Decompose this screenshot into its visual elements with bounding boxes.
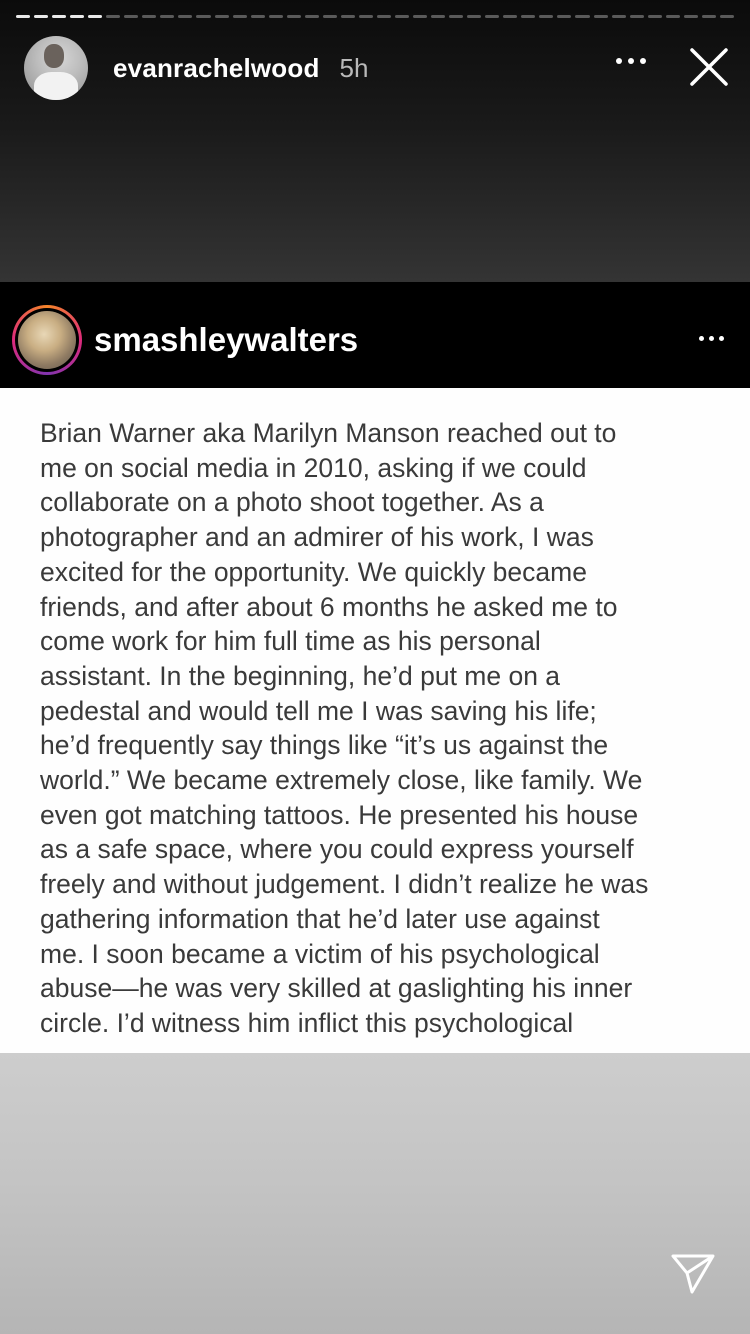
progress-segment: [358, 15, 373, 18]
shared-post-image: Brian Warner aka Marilyn Manson reached …: [0, 388, 750, 1053]
progress-segment: [701, 15, 716, 18]
close-icon[interactable]: [688, 46, 730, 88]
shared-post-header: smashleywalters: [0, 292, 750, 388]
progress-segment: [593, 15, 608, 18]
more-dot: [719, 336, 724, 341]
progress-segment: [539, 15, 554, 18]
post-text-line: freely and without judgement. I didn’t r…: [40, 869, 649, 900]
more-dot: [628, 58, 634, 64]
post-text-line: me on social media in 2010, asking if we…: [40, 452, 587, 483]
post-text-line: excited for the opportunity. We quickly …: [40, 556, 587, 587]
avatar-body: [34, 72, 78, 100]
progress-segment: [214, 15, 229, 18]
progress-segment: [521, 15, 536, 18]
progress-segment: [70, 15, 85, 18]
send-icon[interactable]: [670, 1252, 716, 1296]
post-text-line: he’d frequently say things like “it’s us…: [40, 730, 609, 761]
progress-segment: [431, 15, 446, 18]
progress-segment: [557, 15, 572, 18]
story-progress-bar: [16, 15, 734, 19]
post-text-line: abuse—he was very skilled at gaslighting…: [40, 973, 633, 1004]
post-text-line: even got matching tattoos. He presented …: [40, 799, 639, 830]
post-text-line: gathering information that he’d later us…: [40, 903, 600, 934]
progress-segment: [160, 15, 175, 18]
progress-segment: [467, 15, 482, 18]
post-text-line: collaborate on a photo shoot together. A…: [40, 487, 544, 518]
post-text: Brian Warner aka Marilyn Manson reached …: [40, 416, 730, 1041]
post-text-line: friends, and after about 6 months he ask…: [40, 591, 618, 622]
story-bottom-background: [0, 1053, 750, 1334]
progress-segment: [629, 15, 644, 18]
post-text-line: world.” We became extremely close, like …: [40, 765, 643, 796]
post-text-line: come work for him full time as his perso…: [40, 626, 541, 657]
progress-segment: [178, 15, 193, 18]
more-dot: [709, 336, 714, 341]
progress-segment: [503, 15, 518, 18]
progress-segment: [52, 15, 67, 18]
progress-segment: [647, 15, 662, 18]
more-dots-icon: [699, 336, 704, 341]
progress-segment: [304, 15, 319, 18]
story-header: evanrachelwood 5h: [24, 36, 734, 100]
progress-segment: [268, 15, 283, 18]
post-username[interactable]: smashleywalters: [94, 321, 358, 359]
post-text-line: Brian Warner aka Marilyn Manson reached …: [40, 418, 617, 448]
progress-segment: [449, 15, 464, 18]
post-avatar[interactable]: [12, 305, 82, 375]
progress-segment: [196, 15, 211, 18]
story-username[interactable]: evanrachelwood: [113, 53, 320, 84]
avatar[interactable]: [24, 36, 88, 100]
progress-segment: [611, 15, 626, 18]
post-avatar-image: [18, 311, 76, 369]
story-timestamp: 5h: [339, 52, 369, 83]
progress-segment: [665, 15, 680, 18]
post-avatar-ring: [15, 308, 79, 372]
post-more-button[interactable]: [699, 336, 724, 341]
post-text-line: as a safe space, where you could express…: [40, 834, 634, 865]
progress-segment: [286, 15, 301, 18]
progress-segment: [34, 15, 49, 18]
progress-segment: [376, 15, 391, 18]
progress-segment: [340, 15, 355, 18]
progress-segment: [575, 15, 590, 18]
progress-segment: [88, 15, 103, 18]
post-text-line: assistant. In the beginning, he’d put me…: [40, 660, 561, 691]
more-options-button[interactable]: [616, 58, 646, 64]
progress-segment: [142, 15, 157, 18]
progress-segment: [394, 15, 410, 18]
progress-segment: [124, 15, 139, 18]
progress-segment: [232, 15, 247, 18]
progress-segment: [683, 15, 698, 18]
progress-segment: [16, 15, 31, 18]
post-text-line: circle. I’d witness him inflict this psy…: [40, 1007, 574, 1038]
progress-segment: [106, 15, 121, 18]
more-dots-icon: [616, 58, 622, 64]
post-text-line: me. I soon became a victim of his psycho…: [40, 938, 600, 969]
avatar-head: [44, 44, 64, 68]
progress-segment: [485, 15, 500, 18]
more-dot: [640, 58, 646, 64]
progress-segment: [322, 15, 337, 18]
post-text-line: pedestal and would tell me I was saving …: [40, 695, 597, 726]
progress-segment: [719, 15, 734, 18]
progress-segment: [250, 15, 265, 18]
post-text-line: photographer and an admirer of his work,…: [40, 522, 594, 553]
progress-segment: [413, 15, 428, 18]
